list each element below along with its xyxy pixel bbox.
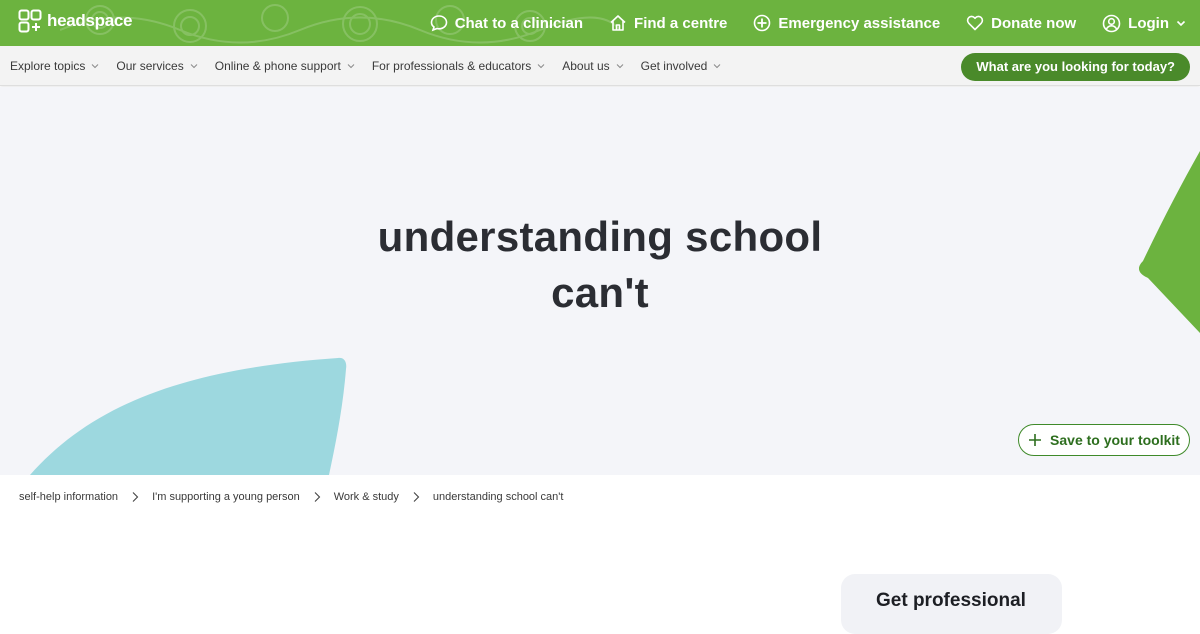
- breadcrumb-current-page: understanding school can't: [432, 491, 564, 503]
- top-bar: headspace Chat to a clinician Find a cen…: [0, 0, 1200, 46]
- plus-circle-icon: [754, 14, 771, 32]
- page-title-line-1: understanding school: [377, 213, 823, 260]
- search-button[interactable]: What are you looking for today?: [961, 53, 1190, 81]
- nav-label: Our services: [116, 59, 184, 73]
- nav-about-us[interactable]: About us: [562, 59, 623, 73]
- plus-icon: [1029, 434, 1042, 446]
- home-icon: [610, 15, 626, 31]
- page-title: understanding school can't: [300, 209, 900, 321]
- chevron-down-icon: [1176, 20, 1186, 27]
- login-menu[interactable]: Login: [1102, 14, 1186, 33]
- nav-get-involved[interactable]: Get involved: [641, 59, 722, 73]
- donate-now-link[interactable]: Donate now: [966, 14, 1076, 32]
- chevron-right-icon: [399, 491, 433, 503]
- chevron-down-icon: [347, 64, 355, 69]
- nav-items: Explore topics Our services Online & pho…: [10, 46, 721, 86]
- chevron-down-icon: [713, 64, 721, 69]
- headspace-logo[interactable]: headspace: [18, 9, 132, 33]
- main-navigation: Explore topics Our services Online & pho…: [0, 46, 1200, 86]
- chevron-down-icon: [537, 64, 545, 69]
- nav-label: About us: [562, 59, 610, 73]
- chevron-down-icon: [190, 64, 198, 69]
- logo-icon: [18, 9, 42, 33]
- heart-icon: [966, 15, 984, 31]
- chevron-right-icon: [300, 491, 334, 503]
- breadcrumb: self-help information I'm supporting a y…: [19, 491, 563, 503]
- nav-label: Get involved: [640, 59, 708, 73]
- save-to-toolkit-button[interactable]: Save to your toolkit: [1018, 424, 1190, 456]
- emergency-assistance-label: Emergency assistance: [778, 14, 941, 32]
- find-a-centre-label: Find a centre: [634, 14, 728, 32]
- hero-section: understanding school can't Save to your …: [0, 87, 1200, 475]
- chat-to-clinician-link[interactable]: Chat to a clinician: [430, 14, 583, 32]
- nav-our-services[interactable]: Our services: [116, 59, 198, 73]
- nav-label: Explore topics: [10, 59, 86, 73]
- nav-explore-topics[interactable]: Explore topics: [10, 59, 99, 73]
- breadcrumb-self-help-information[interactable]: self-help information: [19, 491, 118, 503]
- donate-now-label: Donate now: [991, 14, 1077, 32]
- breadcrumb-supporting-young-person[interactable]: I'm supporting a young person: [152, 491, 300, 503]
- logo-text: headspace: [47, 11, 133, 30]
- page-title-line-2: can't: [551, 269, 649, 316]
- chat-to-clinician-label: Chat to a clinician: [454, 14, 584, 32]
- nav-label: For professionals & educators: [371, 59, 532, 73]
- chevron-right-icon: [118, 491, 152, 503]
- user-circle-icon: [1102, 14, 1121, 32]
- nav-label: Online & phone support: [214, 59, 341, 73]
- emergency-assistance-link[interactable]: Emergency assistance: [753, 14, 940, 32]
- chat-bubble-icon: [430, 15, 447, 32]
- find-a-centre-link[interactable]: Find a centre: [609, 14, 727, 32]
- top-actions: Chat to a clinician Find a centre Emerge…: [430, 0, 1186, 46]
- chevron-down-icon: [616, 64, 623, 69]
- save-to-toolkit-label: Save to your toolkit: [1050, 432, 1180, 448]
- login-label: Login: [1128, 14, 1169, 32]
- nav-online-phone-support[interactable]: Online & phone support: [215, 59, 355, 73]
- get-professional-help-card: Get professional: [841, 574, 1062, 634]
- chevron-down-icon: [92, 64, 99, 69]
- side-card-title: Get professional: [876, 590, 1026, 611]
- nav-professionals-educators[interactable]: For professionals & educators: [372, 59, 545, 73]
- breadcrumb-work-study[interactable]: Work & study: [334, 491, 399, 503]
